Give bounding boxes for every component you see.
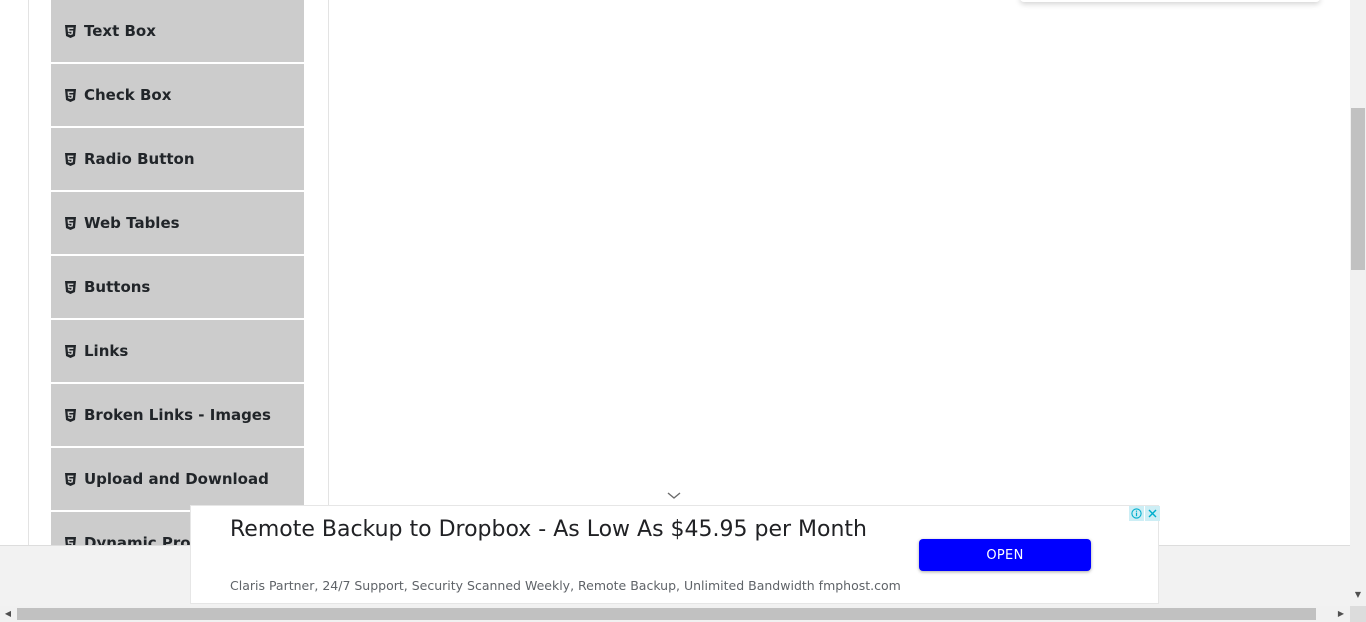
ad-open-button[interactable]: OPEN [919, 539, 1091, 571]
html5-icon [65, 24, 76, 38]
menu-item-check-box[interactable]: Check Box [51, 64, 304, 128]
menu-item-label: Check Box [84, 86, 172, 104]
menu-item-upload-and-download[interactable]: Upload and Download [51, 448, 304, 512]
ad-banner[interactable]: Remote Backup to Dropbox - As Low As $45… [190, 505, 1160, 604]
menu-item-label: Broken Links - Images [84, 406, 271, 424]
html5-icon [65, 280, 76, 294]
vertical-scrollbar-thumb[interactable] [1351, 108, 1365, 270]
html5-icon [65, 88, 76, 102]
scroll-right-arrow-icon[interactable]: ▶ [1336, 608, 1346, 620]
floating-panel-edge [1020, 0, 1320, 2]
menu-item-label: Radio Button [84, 150, 195, 168]
close-icon[interactable] [1145, 506, 1160, 521]
left-divider [28, 0, 29, 545]
horizontal-scrollbar-thumb[interactable] [17, 608, 1316, 620]
html5-icon [65, 408, 76, 422]
scroll-left-arrow-icon[interactable]: ◀ [3, 608, 13, 620]
ad-description[interactable]: Claris Partner, 24/7 Support, Security S… [230, 578, 930, 594]
menu-item-label: Upload and Download [84, 470, 269, 488]
menu-item-web-tables[interactable]: Web Tables [51, 192, 304, 256]
info-icon[interactable] [1129, 506, 1144, 521]
page: Text Box Check Box Radio Button Web Tabl… [0, 0, 1366, 622]
scrollbar-corner [1350, 606, 1366, 622]
menu-item-label: Links [84, 342, 129, 360]
content-divider [328, 0, 329, 545]
chevron-down-icon[interactable] [666, 491, 682, 501]
menu-item-text-box[interactable]: Text Box [51, 0, 304, 64]
html5-icon [65, 472, 76, 486]
scroll-down-arrow-icon[interactable]: ▼ [1353, 590, 1363, 600]
menu-item-broken-links-images[interactable]: Broken Links - Images [51, 384, 304, 448]
html5-icon [65, 216, 76, 230]
ad-headline[interactable]: Remote Backup to Dropbox - As Low As $45… [230, 514, 870, 546]
menu-item-links[interactable]: Links [51, 320, 304, 384]
html5-icon [65, 344, 76, 358]
html5-icon [65, 152, 76, 166]
html5-icon [65, 536, 76, 545]
element-menu-list: Text Box Check Box Radio Button Web Tabl… [51, 0, 304, 545]
menu-item-label: Text Box [84, 22, 156, 40]
menu-item-label: Web Tables [84, 214, 180, 232]
menu-item-label: Dynamic Prop [84, 534, 202, 545]
menu-item-label: Buttons [84, 278, 151, 296]
menu-item-buttons[interactable]: Buttons [51, 256, 304, 320]
menu-item-radio-button[interactable]: Radio Button [51, 128, 304, 192]
vertical-scrollbar[interactable] [1350, 0, 1366, 606]
